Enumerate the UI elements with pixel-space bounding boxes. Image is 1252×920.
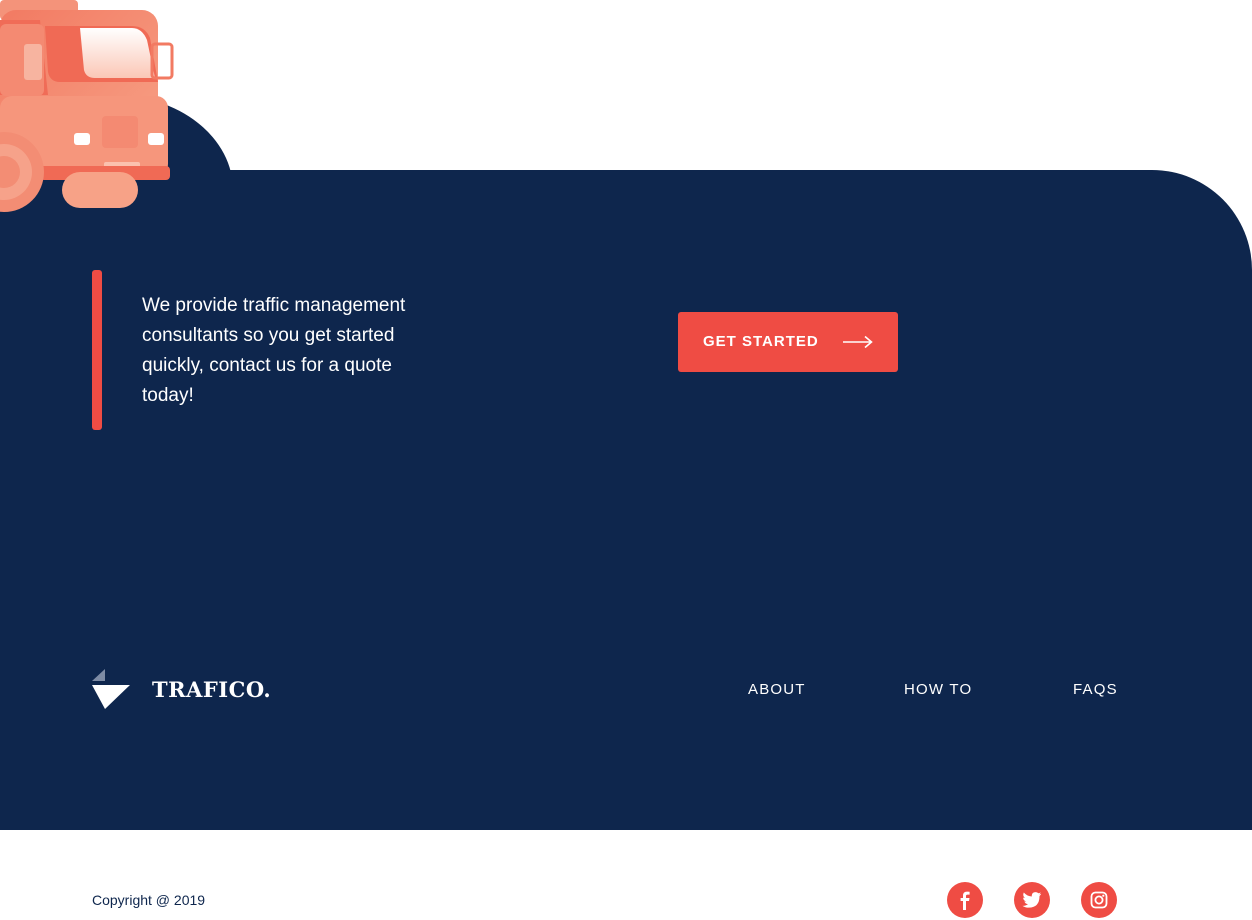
twitter-icon <box>1022 892 1042 908</box>
footer-cta-section <box>0 170 1252 830</box>
truck-illustration <box>0 0 174 212</box>
cta-block: We provide traffic management consultant… <box>92 270 452 430</box>
get-started-button[interactable]: GET STARTED <box>678 312 898 372</box>
cta-text: We provide traffic management consultant… <box>142 295 406 406</box>
instagram-link[interactable] <box>1081 882 1117 918</box>
brand-name: TRAFICO. <box>152 677 272 702</box>
accent-bar <box>92 270 102 430</box>
footer-nav-about[interactable]: ABOUT <box>748 681 806 699</box>
trafico-logo-mark-icon <box>92 669 130 709</box>
footer-nav-how-to[interactable]: HOW TO <box>904 681 972 699</box>
facebook-link[interactable] <box>947 882 983 918</box>
copyright-text: Copyright @ 2019 <box>92 892 206 908</box>
twitter-link[interactable] <box>1014 882 1050 918</box>
trafico-logo[interactable]: TRAFICO. <box>92 669 272 711</box>
facebook-icon <box>960 891 970 910</box>
get-started-label: GET STARTED <box>703 333 819 350</box>
long-arrow-right-icon <box>843 335 873 349</box>
instagram-icon <box>1090 891 1108 909</box>
footer-nav-faqs[interactable]: FAQS <box>1073 681 1118 699</box>
